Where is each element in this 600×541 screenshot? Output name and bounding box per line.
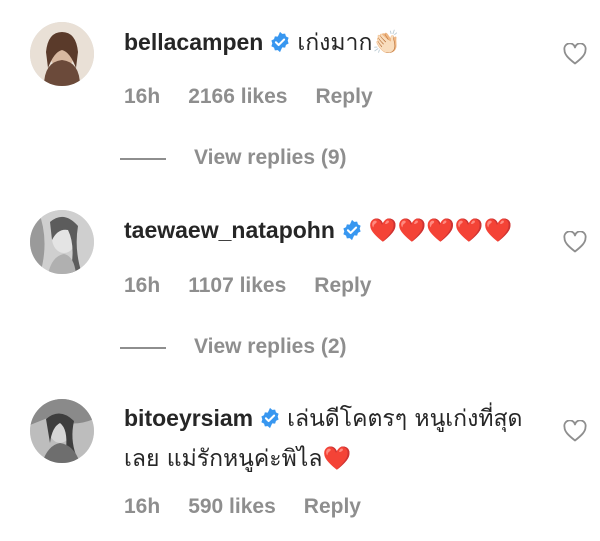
avatar[interactable]: [30, 399, 94, 463]
verified-badge-icon: [341, 215, 363, 252]
likes-count[interactable]: 1107 likes: [188, 274, 286, 298]
comment-meta: 16h 590 likes Reply: [124, 495, 389, 519]
likes-count[interactable]: 2166 likes: [188, 85, 287, 109]
like-heart-icon[interactable]: [563, 230, 587, 253]
reply-button[interactable]: Reply: [314, 274, 371, 298]
verified-badge-icon: [259, 403, 281, 440]
like-heart-icon[interactable]: [563, 42, 587, 65]
timestamp: 16h: [124, 85, 161, 108]
timestamp: 16h: [124, 274, 161, 297]
comment-text: bitoeyrsiam เล่นดีโคตรๆ หนูเก่งที่สุดเลย …: [124, 400, 544, 478]
verified-badge-icon: [269, 27, 291, 64]
username[interactable]: bellacampen: [124, 29, 263, 55]
username[interactable]: taewaew_natapohn: [124, 217, 335, 243]
comment-meta: 16h 1107 likes Reply: [124, 274, 399, 298]
likes-count[interactable]: 590 likes: [188, 495, 276, 519]
timestamp: 16h: [124, 495, 161, 518]
replies-divider: [120, 158, 166, 160]
username[interactable]: bitoeyrsiam: [124, 405, 253, 431]
view-replies-label[interactable]: View replies (2): [194, 335, 347, 359]
comment-message: ❤️❤️❤️❤️❤️: [368, 218, 513, 244]
avatar[interactable]: [30, 22, 94, 86]
comment-meta: 16h 2166 likes Reply: [124, 85, 401, 109]
avatar[interactable]: [30, 210, 94, 274]
comment-text: bellacampen เก่งมาก👏🏻: [124, 24, 544, 64]
reply-button[interactable]: Reply: [315, 85, 372, 109]
comment-message: เก่งมาก👏🏻: [297, 30, 402, 56]
reply-button[interactable]: Reply: [304, 495, 361, 519]
view-replies-label[interactable]: View replies (9): [194, 146, 347, 170]
comment-text: taewaew_natapohn ❤️❤️❤️❤️❤️: [124, 212, 544, 252]
like-heart-icon[interactable]: [563, 419, 587, 442]
replies-divider: [120, 347, 166, 349]
